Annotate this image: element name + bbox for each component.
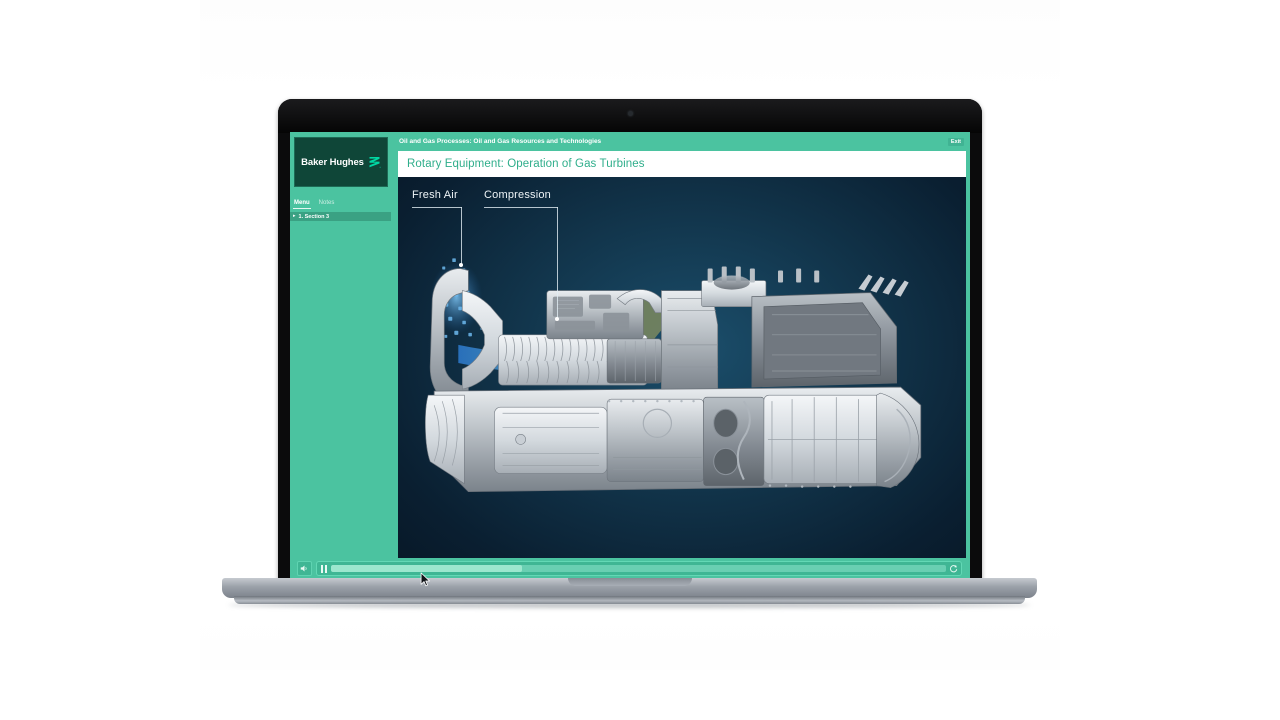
replay-icon[interactable]: [949, 564, 958, 573]
baker-hughes-swoosh-icon: [369, 157, 381, 168]
annotation-fresh-air-stem: [461, 207, 462, 265]
slide-title: Rotary Equipment: Operation of Gas Turbi…: [407, 158, 645, 170]
laptop-shadow: [228, 602, 1031, 608]
course-header: Oil and Gas Processes: Oil and Gas Resou…: [392, 132, 970, 151]
course-title: Oil and Gas Processes: Oil and Gas Resou…: [399, 138, 602, 145]
annotation-fresh-air-label: Fresh Air: [412, 189, 458, 201]
annotation-compression-dot: [555, 317, 559, 321]
toc-item-label: 1. Section 3: [298, 213, 330, 220]
annotation-compression-label: Compression: [484, 189, 552, 201]
pause-button[interactable]: [320, 564, 328, 573]
annotation-fresh-air-rule: [412, 207, 462, 208]
brand-logo: Baker Hughes: [294, 137, 388, 187]
tab-notes[interactable]: Notes: [318, 199, 336, 209]
sidebar-tabs: Menu Notes: [290, 198, 392, 209]
annotation-compression-stem: [557, 207, 558, 319]
seek-bar[interactable]: [316, 561, 962, 576]
laptop-base-notch: [567, 578, 692, 586]
volume-button[interactable]: [297, 561, 312, 576]
slide-body: Fresh Air Compression: [398, 177, 966, 558]
backdrop-lower: [200, 610, 1060, 670]
toc-item-section-3[interactable]: ▸ 1. Section 3: [290, 212, 391, 221]
brand-logo-text: Baker Hughes: [301, 156, 364, 168]
chevron-right-icon: ▸: [293, 213, 296, 219]
sidebar: Baker Hughes Menu Notes ▸ 1. Section 3: [290, 132, 392, 558]
page-background: Baker Hughes Menu Notes ▸ 1. Section 3 O…: [0, 0, 1280, 720]
slide-container: Rotary Equipment: Operation of Gas Turbi…: [398, 151, 966, 558]
annotation-compression-rule: [484, 207, 558, 208]
progress-fill: [331, 565, 522, 572]
media-player-bar: [290, 558, 970, 579]
main-content: Oil and Gas Processes: Oil and Gas Resou…: [392, 132, 970, 558]
speaker-icon: [300, 565, 307, 572]
laptop-screen: Baker Hughes Menu Notes ▸ 1. Section 3 O…: [290, 132, 970, 579]
progress-track[interactable]: [331, 565, 946, 572]
laptop-device: Baker Hughes Menu Notes ▸ 1. Section 3 O…: [222, 99, 1037, 609]
webcam-dot-icon: [627, 111, 633, 116]
backdrop-upper: [200, 0, 1060, 95]
gas-turbine-cutaway-illustration: [398, 177, 966, 558]
annotation-fresh-air-dot: [459, 263, 463, 267]
elearning-app: Baker Hughes Menu Notes ▸ 1. Section 3 O…: [290, 132, 970, 579]
exit-button[interactable]: Exit: [947, 137, 964, 146]
table-of-contents: ▸ 1. Section 3: [290, 212, 392, 221]
slide-title-bar: Rotary Equipment: Operation of Gas Turbi…: [398, 151, 966, 177]
laptop-base: [222, 578, 1037, 598]
laptop-lid: Baker Hughes Menu Notes ▸ 1. Section 3 O…: [278, 99, 982, 584]
laptop-bezel-top: [278, 99, 982, 133]
tab-menu[interactable]: Menu: [293, 199, 311, 209]
